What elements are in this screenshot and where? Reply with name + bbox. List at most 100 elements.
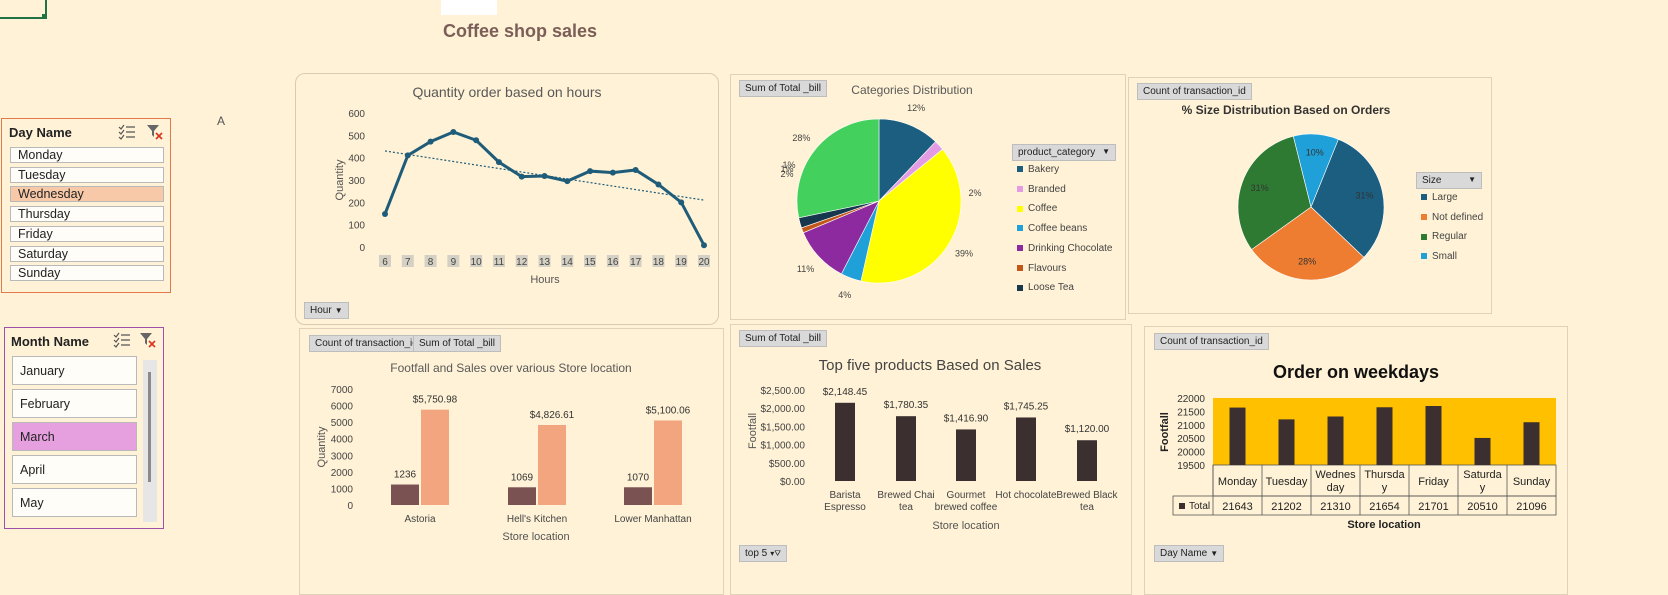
month-slicer-item[interactable]: April [12, 455, 137, 484]
legend-item: Flavours [1017, 263, 1066, 274]
product-category-filter-button[interactable]: product_category ▼ [1012, 144, 1116, 161]
top5-filter-button[interactable]: top 5 ▾⛛ [739, 545, 787, 562]
legend-swatch [1017, 186, 1023, 193]
legend-item: Drinking Chocolate [1017, 243, 1113, 254]
table-value: 21643 [1222, 501, 1253, 513]
day-slicer-title: Day Name [9, 125, 72, 140]
bar [896, 416, 916, 481]
x-tick-label: Brewed Black [1056, 490, 1118, 501]
dropdown-arrow-icon: ▼ [1210, 549, 1219, 558]
bar-data-label: $1,120.00 [1065, 424, 1110, 435]
legend-label: Flavours [1028, 262, 1067, 274]
table-value: 21202 [1271, 501, 1302, 513]
bar [538, 425, 566, 505]
day-name-slicer[interactable]: Day Name Monday Tuesday Wednesday Thursday F… [1, 118, 171, 293]
multi-select-icon[interactable] [113, 332, 131, 348]
selected-cell-handle[interactable] [42, 14, 47, 19]
x-tick-label: 15 [585, 257, 597, 268]
day-slicer-item[interactable]: Sunday [10, 265, 164, 282]
x-tick-label: 18 [653, 257, 665, 268]
day-slicer-item[interactable]: Wednesday [10, 186, 164, 203]
day-name-filter-button[interactable]: Day Name ▼ [1154, 545, 1225, 562]
day-slicer-item[interactable]: Thursday [10, 206, 164, 223]
y-axis-label: Quantity [316, 426, 328, 467]
chart-title: Categories Distribution [851, 83, 972, 97]
data-point [678, 199, 685, 206]
x-tick-label: tea [1080, 502, 1094, 513]
legend-label: Small [1432, 251, 1458, 263]
month-scrollbar-thumb[interactable] [148, 372, 151, 482]
bar-data-label: $5,750.98 [413, 395, 458, 406]
y-tick-label: 0 [347, 501, 353, 512]
data-point [541, 172, 548, 179]
selected-cell-border[interactable] [0, 0, 47, 19]
bar [1425, 406, 1442, 465]
size-filter-button[interactable]: Size ▼ [1416, 172, 1482, 189]
data-point [632, 166, 639, 173]
x-tick-label: Brewed Chai [877, 490, 934, 501]
hour-filter-button[interactable]: Hour ▼ [304, 302, 349, 319]
month-name-slicer[interactable]: Month Name January February March April May [4, 327, 164, 529]
slice-label: 2% [968, 188, 981, 198]
x-tick-label: Espresso [824, 502, 866, 513]
x-tick-label: Saturda [1463, 469, 1502, 481]
bar-data-label: 1236 [394, 470, 417, 481]
bar [1229, 407, 1246, 465]
legend-item: Large [1421, 192, 1458, 203]
bar [1376, 407, 1393, 465]
multi-select-icon[interactable] [118, 124, 136, 140]
x-tick-label: Lower Manhattan [614, 514, 691, 525]
slice-label: 31% [1251, 183, 1269, 193]
dropdown-arrow-icon: ▼ [1468, 175, 1476, 184]
slice-label: 11% [797, 264, 814, 274]
month-slicer-item[interactable]: March [12, 422, 137, 451]
day-slicer-item[interactable]: Tuesday [10, 166, 164, 183]
x-tick-label: 14 [562, 257, 574, 268]
y-tick-label: 200 [348, 198, 365, 209]
bar [835, 402, 855, 481]
data-point [609, 169, 616, 176]
legend-label: Not defined [1432, 211, 1484, 223]
clear-filter-icon[interactable] [139, 332, 157, 348]
month-slicer-item[interactable]: January [12, 356, 137, 385]
chart-title: Order on weekdays [1273, 362, 1439, 382]
table-value: 20510 [1467, 501, 1498, 513]
x-tick-label: 13 [539, 257, 551, 268]
y-tick-label: $1,500.00 [761, 422, 806, 433]
day-slicer-item[interactable]: Monday [10, 147, 164, 163]
y-tick-label: 500 [348, 131, 365, 142]
bar [508, 487, 536, 505]
legend-swatch [1017, 264, 1023, 271]
x-tick-label: y [1382, 482, 1388, 494]
legend-label: Loose Tea [1028, 282, 1074, 294]
dropdown-arrow-icon: ▼ [1102, 147, 1110, 156]
bar-data-label: 1070 [627, 472, 650, 483]
slice-label: 28% [1298, 257, 1316, 267]
bar-data-label: $1,416.90 [944, 413, 989, 424]
series-line [383, 130, 706, 246]
stray-cell-text: A [217, 114, 226, 128]
top5-filter-label: top 5 [745, 548, 768, 559]
month-slicer-item[interactable]: May [12, 488, 137, 517]
x-tick-label: Friday [1418, 476, 1449, 488]
table-value: 21654 [1369, 501, 1400, 513]
clear-filter-icon[interactable] [146, 124, 164, 140]
data-point [450, 128, 457, 135]
month-slicer-item[interactable]: February [12, 389, 137, 418]
y-tick-label: $500.00 [769, 459, 806, 470]
x-tick-label: Sunday [1513, 476, 1551, 488]
product-category-label: product_category [1018, 147, 1096, 158]
legend-item: Bakery [1017, 164, 1059, 175]
y-tick-label: 21000 [1177, 421, 1205, 432]
x-axis-label: Store location [502, 531, 569, 543]
bar [421, 409, 449, 505]
day-slicer-item[interactable]: Saturday [10, 245, 164, 262]
day-slicer-item[interactable]: Friday [10, 225, 164, 242]
y-tick-label: 4000 [331, 435, 354, 446]
y-tick-label: 5000 [331, 418, 354, 429]
y-tick-label: 20500 [1177, 434, 1205, 445]
slice-label: 39% [955, 249, 973, 259]
y-tick-label: 21500 [1177, 407, 1205, 418]
x-tick-label: Thursda [1364, 469, 1405, 481]
legend-swatch [1017, 225, 1023, 232]
